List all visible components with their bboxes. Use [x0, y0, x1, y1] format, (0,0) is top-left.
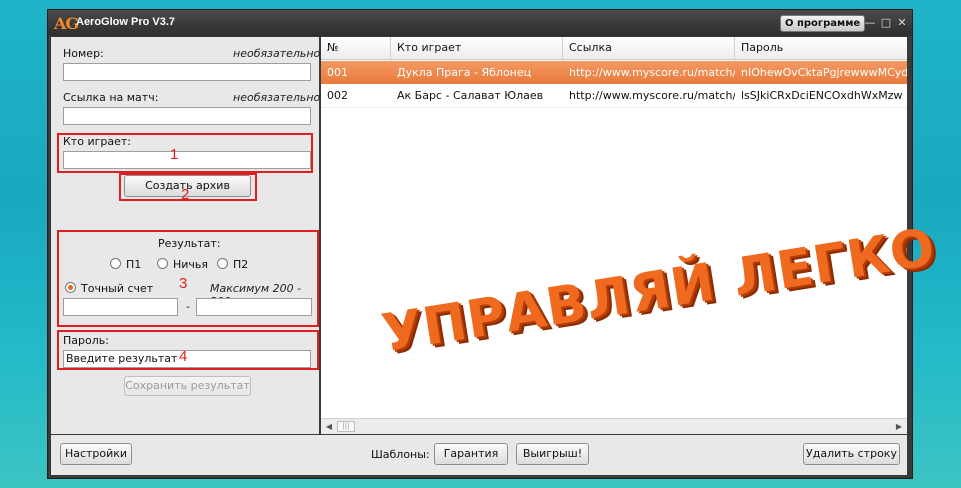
radio-draw[interactable] — [157, 258, 168, 269]
templates-label: Шаблоны: — [371, 448, 430, 461]
cell-password: lsSJkiCRxDciENCOxdhWxMzw — [741, 89, 903, 102]
annotation-number-3: 3 — [179, 275, 188, 292]
window-title: AeroGlow Pro V3.7 — [76, 16, 176, 28]
radio-p2-label: П2 — [233, 258, 249, 271]
score-left-input[interactable] — [63, 298, 178, 316]
score-separator: - — [186, 300, 190, 313]
cell-link: http://www.myscore.ru/match/8KE — [569, 89, 735, 102]
radio-exact-score[interactable] — [65, 282, 76, 293]
table-row[interactable]: 002 Ак Барс - Салават Юлаев http://www.m… — [321, 84, 907, 108]
annotation-box-1 — [57, 133, 313, 173]
delete-row-button[interactable]: Удалить строку — [803, 443, 900, 465]
minimize-icon[interactable]: — — [862, 15, 878, 30]
save-result-button[interactable]: Сохранить результат — [124, 376, 251, 396]
close-icon[interactable]: ✕ — [894, 15, 910, 30]
win-template-button[interactable]: Выигрыш! — [516, 443, 589, 465]
radio-p2[interactable] — [217, 258, 228, 269]
annotation-number-1: 1 — [170, 146, 179, 163]
cell-who: Дукла Прага - Яблонец — [397, 66, 532, 79]
match-link-optional-hint: необязательно — [233, 91, 321, 104]
number-optional-hint: необязательно — [233, 47, 321, 60]
radio-p1-label: П1 — [126, 258, 142, 271]
radio-draw-label: Ничья — [173, 258, 209, 271]
about-button[interactable]: О программе — [780, 15, 866, 32]
maximize-icon[interactable]: □ — [878, 15, 894, 30]
radio-p1[interactable] — [110, 258, 121, 269]
scroll-thumb[interactable]: ||| — [337, 421, 355, 432]
guarantee-template-button[interactable]: Гарантия — [434, 443, 508, 465]
cell-number: 001 — [327, 66, 348, 79]
radio-exact-score-label: Точный счет — [81, 282, 154, 295]
match-link-label: Ссылка на матч: — [63, 91, 159, 104]
scroll-left-icon[interactable]: ◀ — [323, 421, 335, 432]
column-header-number[interactable]: № — [321, 37, 391, 59]
app-logo: AG — [54, 14, 79, 33]
match-link-input[interactable] — [63, 107, 311, 125]
score-right-input[interactable] — [196, 298, 312, 316]
column-header-password[interactable]: Пароль — [735, 37, 907, 59]
result-label: Результат: — [158, 237, 221, 250]
annotation-number-4: 4 — [179, 348, 188, 365]
input-form-panel: Номер: необязательно Ссылка на матч: нео… — [51, 37, 321, 434]
table-row[interactable]: 001 Дукла Прага - Яблонец http://www.mys… — [321, 61, 907, 84]
number-input[interactable] — [63, 63, 311, 81]
scroll-right-icon[interactable]: ▶ — [893, 421, 905, 432]
settings-button[interactable]: Настройки — [60, 443, 132, 465]
column-header-who[interactable]: Кто играет — [391, 37, 563, 59]
table-header: № Кто играет Ссылка Пароль — [321, 37, 907, 60]
cell-who: Ак Барс - Салават Юлаев — [397, 89, 544, 102]
cell-number: 002 — [327, 89, 348, 102]
title-bar[interactable]: AG AeroGlow Pro V3.7 О программе — □ ✕ — [48, 10, 912, 36]
number-label: Номер: — [63, 47, 104, 60]
cell-link: http://www.myscore.ru/match/Sjfo — [569, 66, 735, 79]
column-header-link[interactable]: Ссылка — [563, 37, 735, 59]
bottom-toolbar: Настройки Шаблоны: Гарантия Выигрыш! Уда… — [51, 435, 907, 475]
password-label: Пароль: — [63, 334, 109, 347]
annotation-number-2: 2 — [181, 186, 190, 203]
horizontal-scrollbar[interactable]: ◀ ||| ▶ — [321, 418, 907, 434]
cell-password: nIOhewOvCktaPgjrewwwMCyd — [741, 66, 907, 79]
